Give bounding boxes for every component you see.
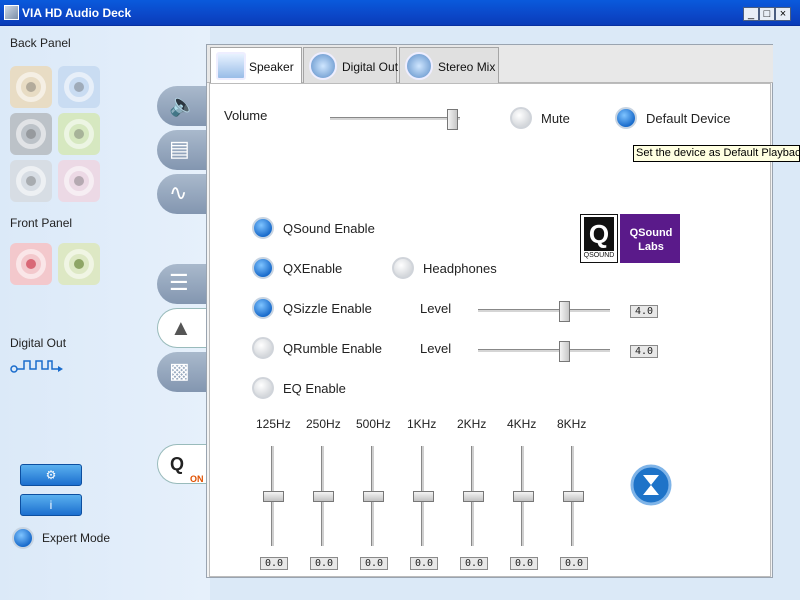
qrumble-level-value: 4.0 <box>630 345 658 358</box>
qsizzle-level-slider[interactable] <box>478 309 610 313</box>
title-bar: VIA HD Audio Deck _ □ × <box>0 0 800 26</box>
eq-freq-label: 1KHz <box>407 417 437 431</box>
equalizer-icon[interactable]: ☰ <box>157 264 207 304</box>
qsizzle-level-label: Level <box>420 301 452 316</box>
eq-enable-toggle[interactable] <box>252 377 274 399</box>
back-panel-label: Back Panel <box>10 36 71 50</box>
tab-speaker-label: Speaker <box>249 60 294 74</box>
hourglass-reset-icon[interactable] <box>630 464 672 506</box>
window-title: VIA HD Audio Deck <box>22 6 132 20</box>
eq-band-value: 0.0 <box>410 557 438 570</box>
qrumble-enable-label: QRumble Enable <box>283 341 382 356</box>
maximize-button[interactable]: □ <box>759 7 775 21</box>
tab-stereo-mix-label: Stereo Mix <box>438 60 496 74</box>
tab-digital-out[interactable]: Digital Out <box>303 47 399 83</box>
qsizzle-level-thumb[interactable] <box>559 301 571 322</box>
speaker-config-icon[interactable]: ▤ <box>157 130 207 170</box>
minimize-button[interactable]: _ <box>743 7 759 21</box>
eq-band-thumb[interactable] <box>463 491 484 502</box>
default-device-toggle[interactable] <box>615 107 637 129</box>
volume-slider[interactable] <box>330 117 460 121</box>
headphones-toggle[interactable] <box>392 257 414 279</box>
qx-enable-toggle[interactable] <box>252 257 274 279</box>
info-button[interactable]: i <box>20 494 82 516</box>
qrumble-level-slider[interactable] <box>478 349 610 353</box>
tab-strip: Speaker Digital Out Stereo Mix <box>207 45 773 84</box>
qrumble-level-thumb[interactable] <box>559 341 571 362</box>
eq-band-thumb[interactable] <box>263 491 284 502</box>
back-jack-gray[interactable] <box>10 113 52 155</box>
eq-freq-label: 8KHz <box>557 417 587 431</box>
back-jack-silver[interactable] <box>10 160 52 202</box>
back-jack-blue[interactable] <box>58 66 100 108</box>
front-jack-green[interactable] <box>58 243 100 285</box>
advanced-settings-button[interactable]: ⚙ <box>20 464 82 486</box>
expert-mode-label: Expert Mode <box>42 531 111 545</box>
eq-band-thumb[interactable] <box>313 491 334 502</box>
eq-band-value: 0.0 <box>310 557 338 570</box>
qsizzle-enable-label: QSizzle Enable <box>283 301 372 316</box>
eq-freq-label: 500Hz <box>356 417 391 431</box>
eq-band-value: 0.0 <box>510 557 538 570</box>
digital-signal-icon[interactable] <box>10 358 64 376</box>
waveform-icon[interactable]: ∿ <box>157 174 207 214</box>
eq-enable-label: EQ Enable <box>283 381 346 396</box>
eq-band-value: 0.0 <box>560 557 588 570</box>
eq-band-value: 0.0 <box>360 557 388 570</box>
qx-enable-label: QXEnable <box>283 261 343 276</box>
qsound-icon[interactable]: Q ON <box>157 444 207 484</box>
speaker-volume-icon[interactable]: 🔈 <box>157 86 207 126</box>
room-calibration-icon[interactable]: ▩ <box>157 352 207 392</box>
headphones-label: Headphones <box>423 261 497 276</box>
close-button[interactable]: × <box>775 7 791 21</box>
back-jack-green[interactable] <box>58 113 100 155</box>
back-jack-pink[interactable] <box>58 160 100 202</box>
eq-freq-label: 2KHz <box>457 417 487 431</box>
qsound-labs-text: QSound Labs <box>620 214 680 263</box>
main-window: Speaker Digital Out Stereo Mix Volume Mu… <box>206 44 773 578</box>
eq-freq-label: 250Hz <box>306 417 341 431</box>
qsound-badge-text: QSOUND <box>583 252 615 259</box>
expert-mode-toggle[interactable] <box>12 527 34 549</box>
tab-speaker[interactable]: Speaker <box>210 47 302 84</box>
qsizzle-level-value: 4.0 <box>630 305 658 318</box>
qsound-enable-label: QSound Enable <box>283 221 375 236</box>
sidebar: Back Panel Front Panel Digital Out 🔈 ▤ ∿… <box>0 26 210 600</box>
eq-band-thumb[interactable] <box>563 491 584 502</box>
volume-label: Volume <box>224 108 268 123</box>
tab-stereo-mix[interactable]: Stereo Mix <box>399 47 499 83</box>
music-note-icon <box>309 52 337 80</box>
qsound-logo: Q QSOUND QSound Labs <box>580 214 680 263</box>
eq-freq-label: 125Hz <box>256 417 291 431</box>
default-device-tooltip: Set the device as Default Playback <box>633 145 800 162</box>
volume-slider-thumb[interactable] <box>446 109 458 130</box>
eq-band-value: 0.0 <box>460 557 488 570</box>
eq-freq-label: 4KHz <box>507 417 537 431</box>
front-jack-pink[interactable] <box>10 243 52 285</box>
qsound-on-text: ON <box>190 474 204 484</box>
speaker-icon <box>216 52 246 80</box>
qrumble-enable-toggle[interactable] <box>252 337 274 359</box>
eq-band-thumb[interactable] <box>513 491 534 502</box>
eq-band-thumb[interactable] <box>363 491 384 502</box>
tab-digital-out-label: Digital Out <box>342 60 399 74</box>
music-note-icon <box>405 52 433 80</box>
digital-out-label: Digital Out <box>10 336 67 350</box>
qsound-enable-toggle[interactable] <box>252 217 274 239</box>
eq-band-value: 0.0 <box>260 557 288 570</box>
mute-toggle[interactable] <box>510 107 532 129</box>
qsizzle-enable-toggle[interactable] <box>252 297 274 319</box>
app-icon <box>4 5 19 20</box>
eq-band-thumb[interactable] <box>413 491 434 502</box>
mute-label: Mute <box>541 111 570 126</box>
front-panel-label: Front Panel <box>10 216 73 230</box>
back-jack-beige[interactable] <box>10 66 52 108</box>
environment-icon[interactable]: ▲ <box>157 308 207 348</box>
qrumble-level-label: Level <box>420 341 452 356</box>
default-device-label: Default Device <box>646 111 731 126</box>
